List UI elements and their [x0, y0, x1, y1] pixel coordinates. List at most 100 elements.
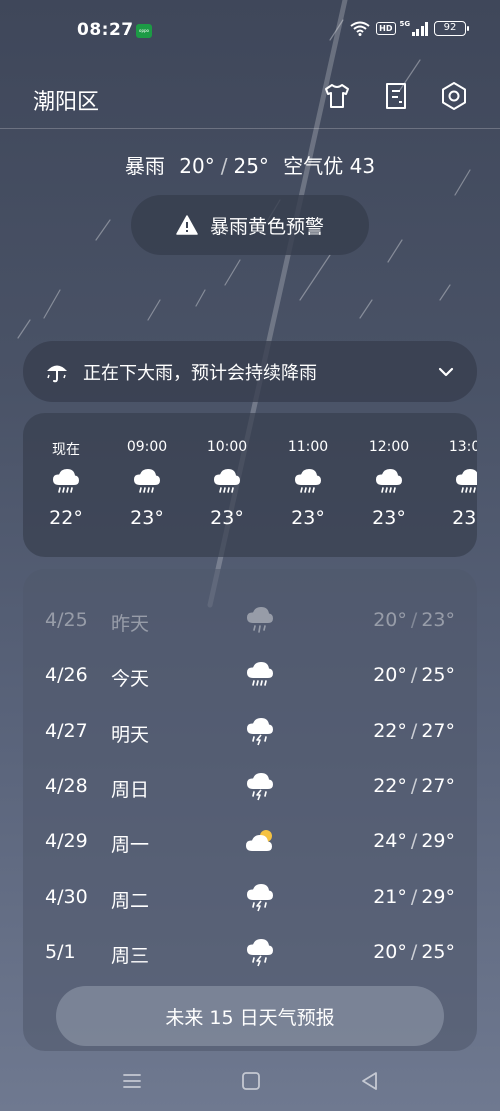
weather-alert-button[interactable]: 暴雨黄色预警	[131, 195, 369, 255]
weather-description-bar[interactable]: 正在下大雨，预计会持续降雨	[23, 341, 477, 402]
back-icon[interactable]	[358, 1069, 382, 1093]
warning-icon	[176, 215, 198, 235]
umbrella-rain-icon	[47, 365, 67, 382]
day-high: 23°	[421, 609, 455, 631]
daily-row[interactable]: 4/29 周一 24°/29°	[23, 814, 477, 870]
heavy-rain-icon	[214, 469, 240, 493]
weather-description-text: 正在下大雨，预计会持续降雨	[83, 362, 317, 384]
hour-temp: 23°	[210, 507, 244, 529]
hourly-item: 10:00 23°	[197, 413, 257, 529]
daily-row[interactable]: 4/26 今天 20°/25°	[23, 648, 477, 704]
day-high: 27°	[421, 720, 455, 742]
heavy-rain-icon	[134, 469, 160, 493]
day-temp-range: 24°/29°	[373, 830, 455, 852]
day-weekday: 周日	[111, 779, 150, 801]
hd-indicator: HD	[376, 22, 396, 35]
day-weekday: 周二	[111, 890, 150, 912]
day-date: 4/26	[45, 664, 88, 686]
day-date: 5/1	[45, 941, 76, 963]
day-high: 29°	[421, 830, 455, 852]
thunderstorm-icon	[247, 939, 273, 967]
system-navigation-bar	[0, 1051, 500, 1111]
hour-temp: 23°	[291, 507, 325, 529]
settings-icon[interactable]	[438, 80, 470, 112]
hour-temp: 23°	[130, 507, 164, 529]
hour-temp: 23°	[372, 507, 406, 529]
day-weekday: 周三	[111, 945, 150, 967]
daily-row[interactable]: 5/1 周三 20°/25°	[23, 925, 477, 981]
hour-label: 12:00	[368, 439, 410, 455]
15-day-forecast-button[interactable]: 未来 15 日天气预报	[56, 986, 444, 1046]
hour-label: 10:00	[206, 439, 248, 455]
status-icons: HD 5G 92	[350, 20, 469, 36]
day-high: 29°	[421, 886, 455, 908]
current-condition: 暴雨	[124, 154, 165, 178]
day-low: 20°	[373, 664, 407, 686]
day-weekday: 昨天	[111, 613, 150, 635]
temp-high: 25°	[233, 154, 269, 178]
day-weekday: 周一	[111, 834, 150, 856]
day-date: 4/28	[45, 775, 88, 797]
hourly-item: 09:00 23°	[117, 413, 177, 529]
thunderstorm-icon	[247, 773, 273, 801]
day-temp-range: 22°/27°	[373, 720, 455, 742]
home-icon[interactable]	[239, 1069, 263, 1093]
heavy-rain-icon	[53, 469, 79, 493]
day-high: 25°	[421, 941, 455, 963]
day-weekday: 明天	[111, 724, 150, 746]
temp-separator: /	[220, 154, 228, 178]
day-date: 4/29	[45, 830, 88, 852]
heavy-rain-icon	[456, 469, 477, 493]
heavy-rain-icon	[247, 662, 273, 686]
day-temp-range: 22°/27°	[373, 775, 455, 797]
day-high: 25°	[421, 664, 455, 686]
hourly-forecast[interactable]: 现在 22° 09:00 23° 10:00 23° 11:00 23° 12:…	[23, 413, 477, 557]
hour-label: 现在	[52, 442, 80, 458]
thunderstorm-icon	[247, 884, 273, 912]
app-header: 潮阳区	[0, 64, 500, 129]
hourly-item: 现在 22°	[36, 413, 96, 529]
tshirt-icon[interactable]	[321, 80, 353, 112]
day-temp-range: 21°/29°	[373, 886, 455, 908]
alert-label: 暴雨黄色预警	[209, 215, 324, 238]
day-date: 4/27	[45, 720, 88, 742]
day-date: 4/30	[45, 886, 88, 908]
day-low: 21°	[373, 886, 407, 908]
hourly-item: 12:00 23°	[359, 413, 419, 529]
city-name[interactable]: 潮阳区	[33, 84, 99, 116]
hour-label: 13:00	[448, 439, 477, 455]
status-time: 08:27	[77, 20, 134, 40]
thunderstorm-icon	[247, 718, 273, 746]
signal-icon: 5G	[400, 20, 428, 36]
menu-icon[interactable]	[120, 1069, 144, 1093]
day-low: 24°	[373, 830, 407, 852]
status-bar: 08:27 oppo HD 5G 92	[0, 0, 500, 64]
day-temp-range: 20°/23°	[373, 609, 455, 631]
day-high: 27°	[421, 775, 455, 797]
day-temp-range: 20°/25°	[373, 941, 455, 963]
partly-cloudy-icon	[246, 830, 272, 851]
daily-row[interactable]: 4/28 周日 22°/27°	[23, 759, 477, 815]
day-low: 20°	[373, 941, 407, 963]
hour-label: 09:00	[126, 439, 168, 455]
heavy-rain-icon	[295, 469, 321, 493]
air-quality[interactable]: 空气优 43	[283, 154, 375, 178]
hourly-item: 11:00 23°	[278, 413, 338, 529]
chevron-down-icon[interactable]	[437, 366, 455, 378]
daily-row[interactable]: 4/30 周二 21°/29°	[23, 870, 477, 926]
daily-row[interactable]: 4/25 昨天 20°/23°	[23, 593, 477, 649]
hour-temp: 22°	[49, 507, 83, 529]
day-low: 22°	[373, 775, 407, 797]
day-temp-range: 20°/25°	[373, 664, 455, 686]
battery-icon: 92	[434, 21, 469, 36]
hour-temp: 23°	[452, 507, 477, 529]
day-weekday: 今天	[111, 668, 150, 690]
day-low: 20°	[373, 609, 407, 631]
app-notification-badge: oppo	[136, 24, 152, 38]
document-icon[interactable]	[380, 80, 412, 112]
weather-summary: 暴雨 20°/25° 空气优 43	[0, 150, 500, 179]
network-type: 5G	[399, 19, 411, 28]
daily-row[interactable]: 4/27 明天 22°/27°	[23, 704, 477, 760]
temp-low: 20°	[179, 154, 215, 178]
hour-label: 11:00	[287, 439, 329, 455]
